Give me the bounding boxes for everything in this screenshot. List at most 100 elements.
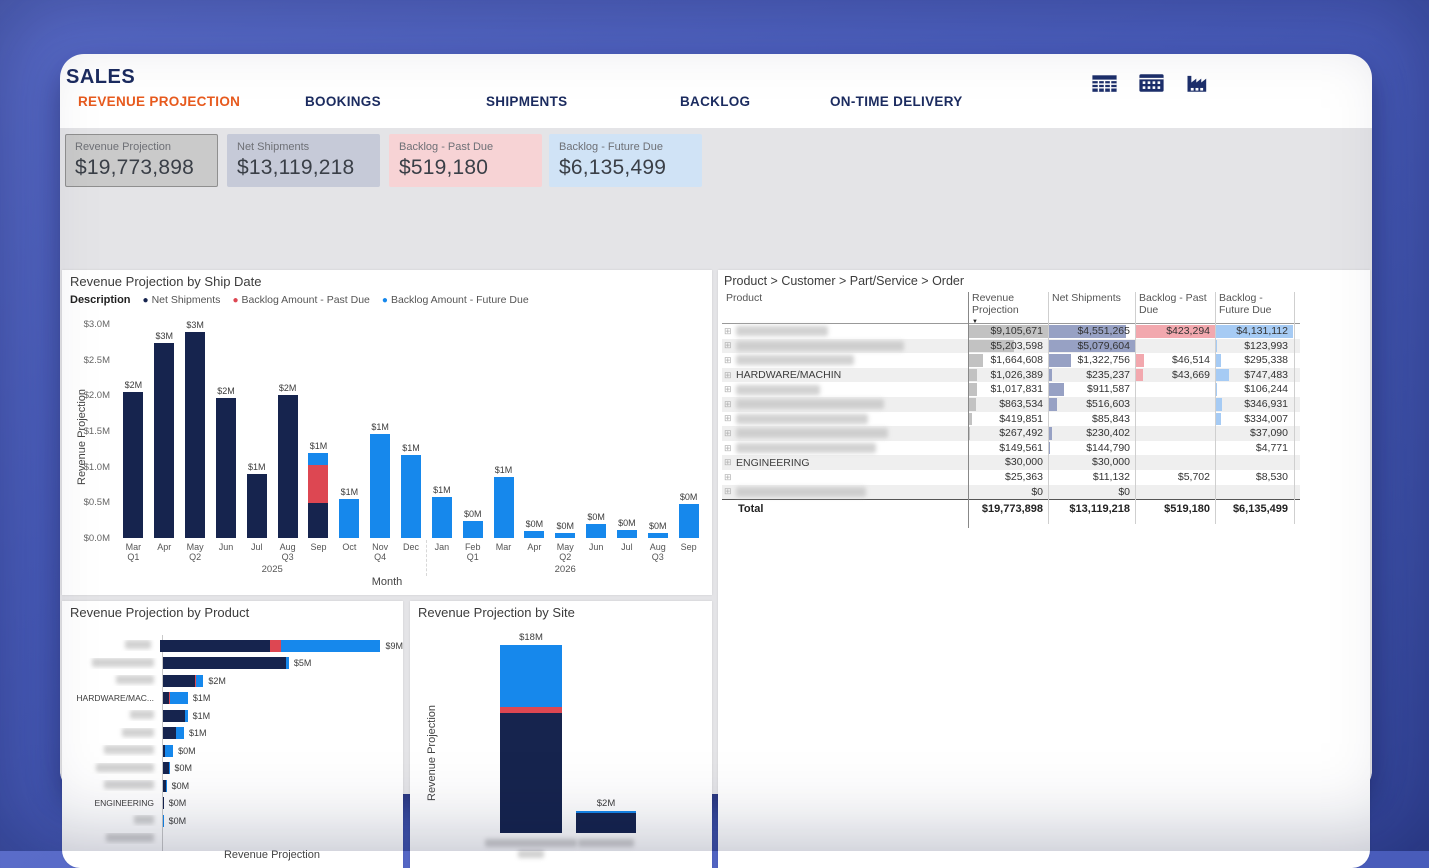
expand-icon[interactable]: ⊞ (724, 384, 736, 395)
expand-icon[interactable]: ⊞ (724, 399, 736, 410)
tab-on-time-delivery[interactable]: ON-TIME DELIVERY (830, 94, 963, 109)
bar-jan-2026[interactable]: $1M (426, 320, 457, 538)
legend-item[interactable]: ●Backlog Amount - Past Due (232, 294, 369, 306)
bar-segment-future[interactable] (169, 762, 170, 774)
expand-icon[interactable]: ⊞ (724, 355, 736, 366)
expand-icon[interactable]: ⊞ (724, 443, 736, 454)
bar-aug-2026[interactable]: $0M (642, 320, 673, 538)
table-row[interactable]: ⊞$9,105,671$4,551,265$423,294$4,131,112 (722, 324, 1300, 339)
bar-segment-net[interactable] (185, 332, 205, 538)
product-bar[interactable] (160, 640, 380, 652)
product-cell[interactable]: ⊞ENGINEERING (722, 457, 968, 469)
bar-segment-future[interactable] (170, 692, 188, 704)
expand-icon[interactable]: ⊞ (724, 457, 736, 468)
bar-oct-2025[interactable]: $1M (334, 320, 365, 538)
bar-segment-past-due[interactable] (308, 465, 328, 503)
table-row[interactable]: ⊞ENGINEERING$30,000$30,000 (722, 455, 1300, 470)
site-bar-2[interactable]: $2M (576, 631, 636, 833)
bar-segment-net[interactable] (576, 813, 636, 833)
bar-mar-2025[interactable]: $2M (118, 320, 149, 538)
kpi-card-2[interactable]: Net Shipments$13,119,218 (227, 134, 380, 187)
product-cell[interactable]: ⊞ (722, 384, 968, 395)
bar-segment-future[interactable] (176, 727, 184, 739)
product-cell[interactable]: ⊞ (722, 472, 968, 483)
table-row[interactable]: ⊞$419,851$85,843$334,007 (722, 412, 1300, 427)
bar-jun-2025[interactable]: $2M (211, 320, 242, 538)
tab-bookings[interactable]: BOOKINGS (305, 94, 381, 109)
product-bar-row[interactable]: $1M (62, 707, 403, 724)
product-cell[interactable]: ⊞ (722, 355, 968, 366)
bar-dec-2025[interactable]: $1M (396, 320, 427, 538)
bar-segment-net[interactable] (123, 392, 143, 538)
table-row[interactable]: ⊞$149,561$144,790$4,771 (722, 441, 1300, 456)
bar-segment-future-due[interactable] (339, 499, 359, 538)
product-bar[interactable] (163, 710, 188, 722)
bar-mar-2026[interactable]: $1M (488, 320, 519, 538)
kpi-card-3[interactable]: Backlog - Past Due$519,180 (389, 134, 542, 187)
bar-segment-future-due[interactable] (648, 533, 668, 538)
kpi-card-1[interactable]: Revenue Projection$19,773,898 (65, 134, 218, 187)
bar-segment-future-due[interactable] (463, 521, 483, 538)
product-bar-row[interactable]: $0M (62, 742, 403, 759)
product-bar[interactable] (163, 815, 164, 827)
bar-jul-2025[interactable]: $1M (241, 320, 272, 538)
bar-segment-future-due[interactable] (432, 497, 452, 538)
table-row[interactable]: ⊞$25,363$11,132$5,702$8,530 (722, 470, 1300, 485)
expand-icon[interactable]: ⊞ (724, 413, 736, 424)
product-bar-row[interactable]: $9M (62, 637, 403, 654)
product-cell[interactable]: ⊞HARDWARE/MACHIN (722, 369, 968, 381)
bar-segment-future-due[interactable] (401, 455, 421, 538)
legend-item[interactable]: ●Net Shipments (143, 294, 221, 306)
bar-segment-future-due[interactable] (524, 531, 544, 538)
product-bar[interactable] (163, 762, 170, 774)
product-bar-row[interactable]: $0M (62, 760, 403, 777)
data-table-icon[interactable] (1091, 72, 1118, 94)
product-bar[interactable] (163, 780, 167, 792)
table-row[interactable]: ⊞$5,203,598$5,079,604$123,993 (722, 339, 1300, 354)
bar-apr-2025[interactable]: $3M (149, 320, 180, 538)
bar-aug-2025[interactable]: $2M (272, 320, 303, 538)
bar-sep-2026[interactable]: $0M (673, 320, 704, 538)
expand-icon[interactable]: ⊞ (724, 486, 736, 497)
tab-shipments[interactable]: SHIPMENTS (486, 94, 567, 109)
bar-segment-future-due[interactable] (370, 434, 390, 538)
legend-item[interactable]: ●Backlog Amount - Future Due (382, 294, 529, 306)
bar-jun-2026[interactable]: $0M (581, 320, 612, 538)
product-bar-row[interactable]: $1M (62, 725, 403, 742)
product-bar-row[interactable]: $0M (62, 777, 403, 794)
column-header-4[interactable]: Backlog - Future Due (1215, 292, 1293, 316)
product-cell[interactable]: ⊞ (722, 486, 968, 497)
bar-sep-2025[interactable]: $1M (303, 320, 334, 538)
bar-segment-future[interactable] (500, 645, 562, 707)
bar-segment-future[interactable] (196, 675, 203, 687)
bar-apr-2026[interactable]: $0M (519, 320, 550, 538)
expand-icon[interactable]: ⊞ (724, 326, 736, 337)
product-cell[interactable]: ⊞ (722, 443, 968, 454)
bar-feb-2026[interactable]: $0M (457, 320, 488, 538)
bar-may-2025[interactable]: $3M (180, 320, 211, 538)
expand-icon[interactable]: ⊞ (724, 428, 736, 439)
table-row[interactable]: ⊞$863,534$516,603$346,931 (722, 397, 1300, 412)
calendar-table-icon[interactable] (1138, 72, 1165, 94)
bar-segment-net[interactable] (500, 713, 562, 833)
product-bar[interactable] (163, 797, 164, 809)
product-bar-row[interactable]: HARDWARE/MAC...$1M (62, 690, 403, 707)
product-cell[interactable]: ⊞ (722, 326, 968, 337)
bar-segment-net[interactable] (163, 710, 185, 722)
table-row[interactable]: ⊞$1,664,608$1,322,756$46,514$295,338 (722, 353, 1300, 368)
bar-segment-future-due[interactable] (555, 533, 575, 538)
product-bar[interactable] (163, 692, 188, 704)
bar-segment-net[interactable] (216, 398, 236, 538)
product-cell[interactable]: ⊞ (722, 428, 968, 439)
bar-may-2026[interactable]: $0M (550, 320, 581, 538)
bar-segment-net[interactable] (163, 675, 195, 687)
product-bar-row[interactable] (62, 830, 403, 847)
table-row[interactable]: ⊞$1,017,831$911,587$106,244 (722, 382, 1300, 397)
product-bar-row[interactable]: $0M (62, 812, 403, 829)
bar-jul-2026[interactable]: $0M (612, 320, 643, 538)
bar-segment-past[interactable] (270, 640, 280, 652)
bar-segment-net[interactable] (278, 395, 298, 538)
tab-backlog[interactable]: BACKLOG (680, 94, 750, 109)
kpi-card-4[interactable]: Backlog - Future Due$6,135,499 (549, 134, 702, 187)
bar-segment-net[interactable] (163, 727, 176, 739)
